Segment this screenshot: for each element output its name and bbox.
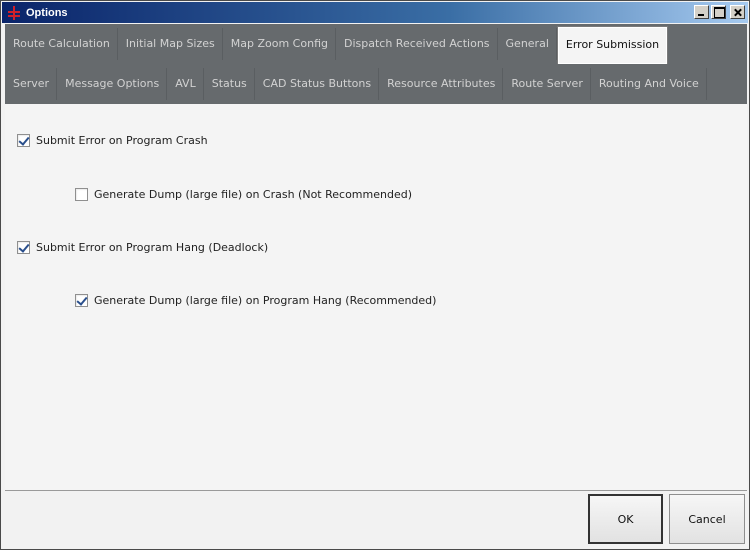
tab-routing-and-voice[interactable]: Routing And Voice — [591, 64, 707, 104]
error-submission-panel: Submit Error on Program Crash Generate D… — [5, 104, 747, 490]
tab-error-submission[interactable]: Error Submission — [556, 26, 669, 64]
tab-row-1: Route Calculation Initial Map Sizes Map … — [5, 24, 669, 64]
tab-row-2: Server Message Options AVL Status CAD St… — [5, 64, 707, 104]
tab-general[interactable]: General — [498, 24, 558, 64]
maximize-icon[interactable] — [711, 5, 726, 19]
app-icon — [7, 5, 21, 20]
close-icon[interactable] — [730, 5, 745, 19]
dump-crash-checkbox[interactable] — [75, 188, 88, 201]
tab-dispatch-received-actions[interactable]: Dispatch Received Actions — [336, 24, 498, 64]
dump-hang-label: Generate Dump (large file) on Program Ha… — [94, 294, 437, 307]
dump-crash-label: Generate Dump (large file) on Crash (Not… — [94, 188, 413, 201]
tab-initial-map-sizes[interactable]: Initial Map Sizes — [118, 24, 223, 64]
tab-route-calculation[interactable]: Route Calculation — [5, 24, 118, 64]
tab-resource-attributes[interactable]: Resource Attributes — [379, 64, 504, 104]
dialog-footer: OK Cancel — [5, 490, 747, 546]
submit-hang-option[interactable]: Submit Error on Program Hang (Deadlock) — [17, 241, 268, 254]
dump-hang-option[interactable]: Generate Dump (large file) on Program Ha… — [75, 294, 436, 307]
dump-hang-checkbox[interactable] — [75, 294, 88, 307]
tab-server[interactable]: Server — [5, 64, 58, 104]
tab-map-zoom-config[interactable]: Map Zoom Config — [223, 24, 337, 64]
tab-strip: Route Calculation Initial Map Sizes Map … — [5, 24, 747, 104]
tab-message-options[interactable]: Message Options — [57, 64, 168, 104]
ok-button[interactable]: OK — [588, 494, 663, 544]
submit-crash-label: Submit Error on Program Crash — [36, 134, 208, 147]
minimize-icon[interactable] — [694, 5, 709, 19]
title-bar[interactable]: Options — [2, 2, 748, 23]
submit-hang-checkbox[interactable] — [17, 241, 30, 254]
tab-route-server[interactable]: Route Server — [503, 64, 591, 104]
window-controls — [694, 5, 745, 19]
options-window: Options Route Calculation Initial Map Si… — [0, 0, 750, 550]
submit-hang-label: Submit Error on Program Hang (Deadlock) — [36, 241, 269, 254]
tab-cad-status-buttons[interactable]: CAD Status Buttons — [255, 64, 380, 104]
tab-status[interactable]: Status — [204, 64, 255, 104]
dump-crash-option[interactable]: Generate Dump (large file) on Crash (Not… — [75, 188, 412, 201]
tab-avl[interactable]: AVL — [167, 64, 205, 104]
cancel-button[interactable]: Cancel — [669, 494, 745, 544]
submit-crash-option[interactable]: Submit Error on Program Crash — [17, 134, 208, 147]
submit-crash-checkbox[interactable] — [17, 134, 30, 147]
window-title: Options — [26, 6, 68, 19]
